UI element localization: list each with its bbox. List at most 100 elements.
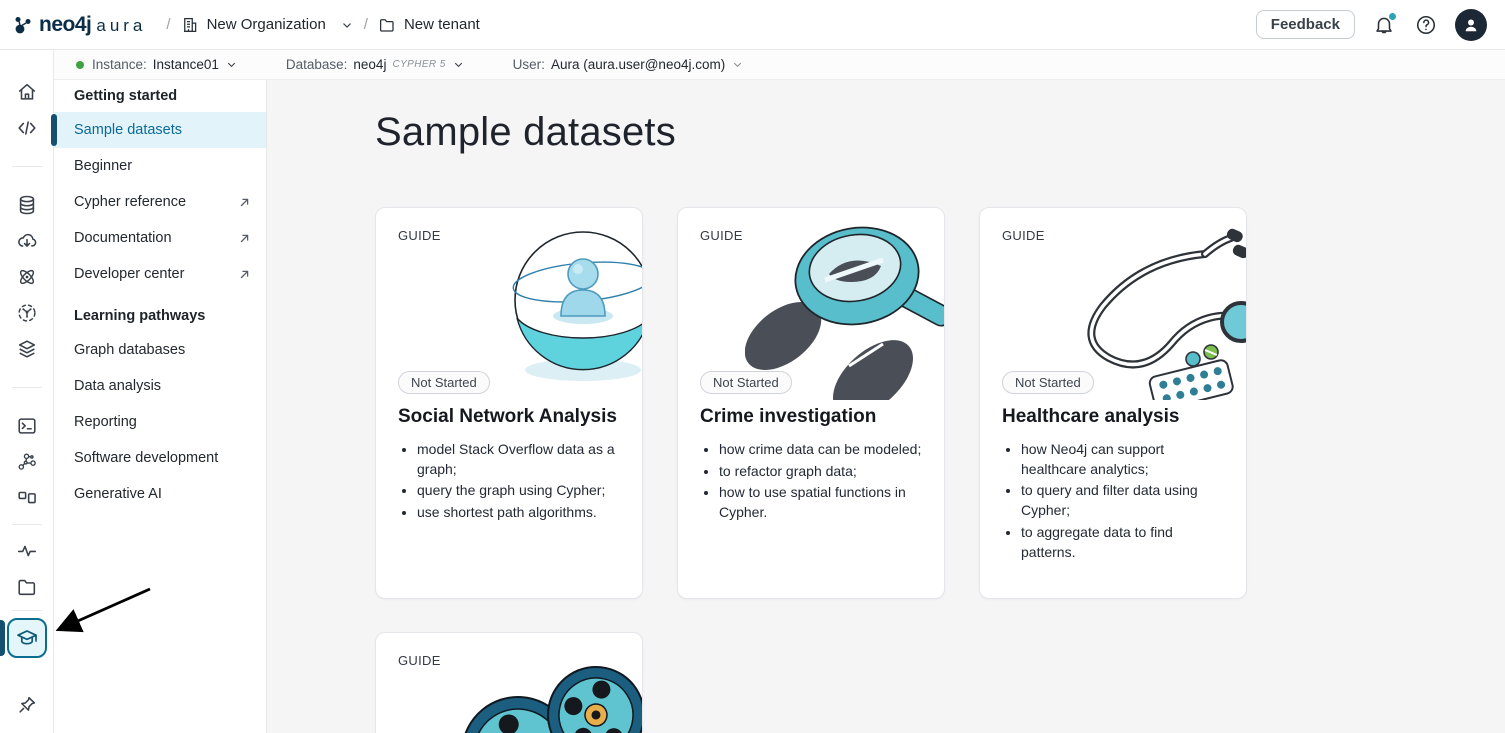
guide-card-grid: GUIDE Not Started xyxy=(375,207,1505,733)
breadcrumb-organization-label: New Organization xyxy=(207,16,326,33)
divider xyxy=(12,610,42,611)
guide-bullet: how to use spatial functions in Cypher. xyxy=(719,483,922,523)
breadcrumb-separator: / xyxy=(166,16,170,33)
breadcrumb-tenant[interactable]: New tenant xyxy=(378,16,480,34)
guide-bullet: query the graph using Cypher; xyxy=(417,481,620,501)
status-badge: Not Started xyxy=(700,371,792,394)
home-icon[interactable] xyxy=(8,74,46,110)
guide-bullet: how crime data can be modeled; xyxy=(719,440,922,460)
guide-kicker: GUIDE xyxy=(398,653,620,668)
guide-card-healthcare-analysis[interactable]: GUIDE xyxy=(979,207,1247,599)
guide-bullet: use shortest path algorithms. xyxy=(417,503,620,523)
import-cloud-icon[interactable] xyxy=(8,223,46,259)
menu-section-header: Learning pathways xyxy=(54,300,266,332)
terminal-icon[interactable] xyxy=(8,408,46,444)
sidebar-item-beginner[interactable]: Beginner xyxy=(54,148,266,184)
sidebar-item-label: Reporting xyxy=(74,414,137,430)
notification-badge xyxy=(1388,12,1397,21)
guide-bullet-list: how Neo4j can support healthcare analyti… xyxy=(1002,440,1224,563)
sidebar-item-label: Graph databases xyxy=(74,342,185,358)
logo-brand-text: neo4j xyxy=(39,13,91,37)
menu-section-header: Getting started xyxy=(54,80,266,112)
feedback-button[interactable]: Feedback xyxy=(1256,10,1355,39)
main-content: Sample datasets GUIDE xyxy=(267,80,1505,733)
sidebar-item-sample-datasets[interactable]: Sample datasets xyxy=(54,112,266,148)
status-badge: Not Started xyxy=(1002,371,1094,394)
sidebar-item-graph-databases[interactable]: Graph databases xyxy=(54,332,266,368)
page-title: Sample datasets xyxy=(375,110,1505,155)
guide-bullet-list: model Stack Overflow data as a graph; qu… xyxy=(398,440,620,524)
context-bar: Instance: Instance01 Database: neo4j CYP… xyxy=(54,50,1505,80)
sidebar-item-cypher-reference[interactable]: Cypher reference xyxy=(54,184,266,220)
sidebar-item-software-development[interactable]: Software development xyxy=(54,440,266,476)
chevron-down-icon xyxy=(731,58,744,71)
guide-card-crime-investigation[interactable]: GUIDE Not Started xyxy=(677,207,945,599)
user-avatar[interactable] xyxy=(1455,9,1487,41)
active-item-indicator xyxy=(51,114,57,146)
sidebar-item-label: Beginner xyxy=(74,158,132,174)
guide-kicker: GUIDE xyxy=(1002,228,1224,243)
query-code-icon[interactable] xyxy=(8,110,46,146)
guide-bullet: how Neo4j can support healthcare analyti… xyxy=(1021,440,1224,480)
guides-sidebar: Getting started Sample datasets Beginner… xyxy=(54,80,267,733)
help-button[interactable] xyxy=(1413,12,1439,38)
user-label: User: xyxy=(513,57,545,72)
learn-icon[interactable] xyxy=(7,618,47,658)
notifications-button[interactable] xyxy=(1371,12,1397,38)
divider xyxy=(12,387,42,388)
divider xyxy=(12,166,42,167)
database-icon[interactable] xyxy=(8,187,46,223)
breadcrumb-tenant-label: New tenant xyxy=(404,16,480,33)
guide-bullet-list: how crime data can be modeled; to refact… xyxy=(700,440,922,524)
folder-icon xyxy=(378,16,396,34)
breadcrumb-organization[interactable]: New Organization xyxy=(181,16,354,34)
status-badge: Not Started xyxy=(398,371,490,394)
database-label: Database: xyxy=(286,57,348,72)
sidebar-item-label: Data analysis xyxy=(74,378,161,394)
guide-title: Healthcare analysis xyxy=(1002,404,1224,430)
neo4j-aura-logo[interactable]: neo4j aura xyxy=(14,13,146,37)
guide-bullet: to refactor graph data; xyxy=(719,462,922,482)
icon-rail xyxy=(0,50,54,733)
organization-icon xyxy=(181,16,199,34)
sidebar-item-label: Sample datasets xyxy=(74,122,182,138)
guide-card-movies[interactable]: GUIDE xyxy=(375,632,643,733)
help-icon xyxy=(1415,14,1437,36)
sidebar-item-generative-ai[interactable]: Generative AI xyxy=(54,476,266,512)
dashboard-icon[interactable] xyxy=(8,480,46,516)
external-link-icon xyxy=(237,267,252,282)
instance-selector[interactable]: Instance: Instance01 xyxy=(76,57,238,72)
breadcrumb-separator: / xyxy=(364,16,368,33)
guide-card-social-network-analysis[interactable]: GUIDE Not Started xyxy=(375,207,643,599)
chevron-down-icon xyxy=(225,58,238,71)
instance-label: Instance: xyxy=(92,57,147,72)
sidebar-item-data-analysis[interactable]: Data analysis xyxy=(54,368,266,404)
guide-kicker: GUIDE xyxy=(398,228,620,243)
sidebar-item-reporting[interactable]: Reporting xyxy=(54,404,266,440)
guide-kicker: GUIDE xyxy=(700,228,922,243)
database-selector[interactable]: Database: neo4j CYPHER 5 xyxy=(286,57,465,72)
guide-bullet: to aggregate data to find patterns. xyxy=(1021,523,1224,563)
graph-schema-icon[interactable] xyxy=(8,444,46,480)
graph-analytics-icon[interactable] xyxy=(8,259,46,295)
files-icon[interactable] xyxy=(8,569,46,605)
activity-icon[interactable] xyxy=(8,533,46,569)
cypher-version-tag: CYPHER 5 xyxy=(392,59,445,70)
neo4j-logo-icon xyxy=(14,14,34,36)
instance-status-icon xyxy=(76,61,84,69)
guide-bullet: model Stack Overflow data as a graph; xyxy=(417,440,620,480)
layers-icon[interactable] xyxy=(8,331,46,367)
person-icon xyxy=(1461,15,1481,35)
user-selector[interactable]: User: Aura (aura.user@neo4j.com) xyxy=(513,57,745,72)
pin-icon[interactable] xyxy=(8,687,46,723)
sidebar-item-documentation[interactable]: Documentation xyxy=(54,220,266,256)
top-bar: neo4j aura / New Organization / New tena… xyxy=(0,0,1505,50)
guide-title: Crime investigation xyxy=(700,404,922,430)
logo-product-text: aura xyxy=(96,16,146,36)
chevron-down-icon[interactable] xyxy=(340,18,354,32)
divider xyxy=(12,524,42,525)
sidebar-item-label: Cypher reference xyxy=(74,194,186,210)
sidebar-item-developer-center[interactable]: Developer center xyxy=(54,256,266,292)
guide-title: Social Network Analysis xyxy=(398,404,620,430)
explore-icon[interactable] xyxy=(8,295,46,331)
